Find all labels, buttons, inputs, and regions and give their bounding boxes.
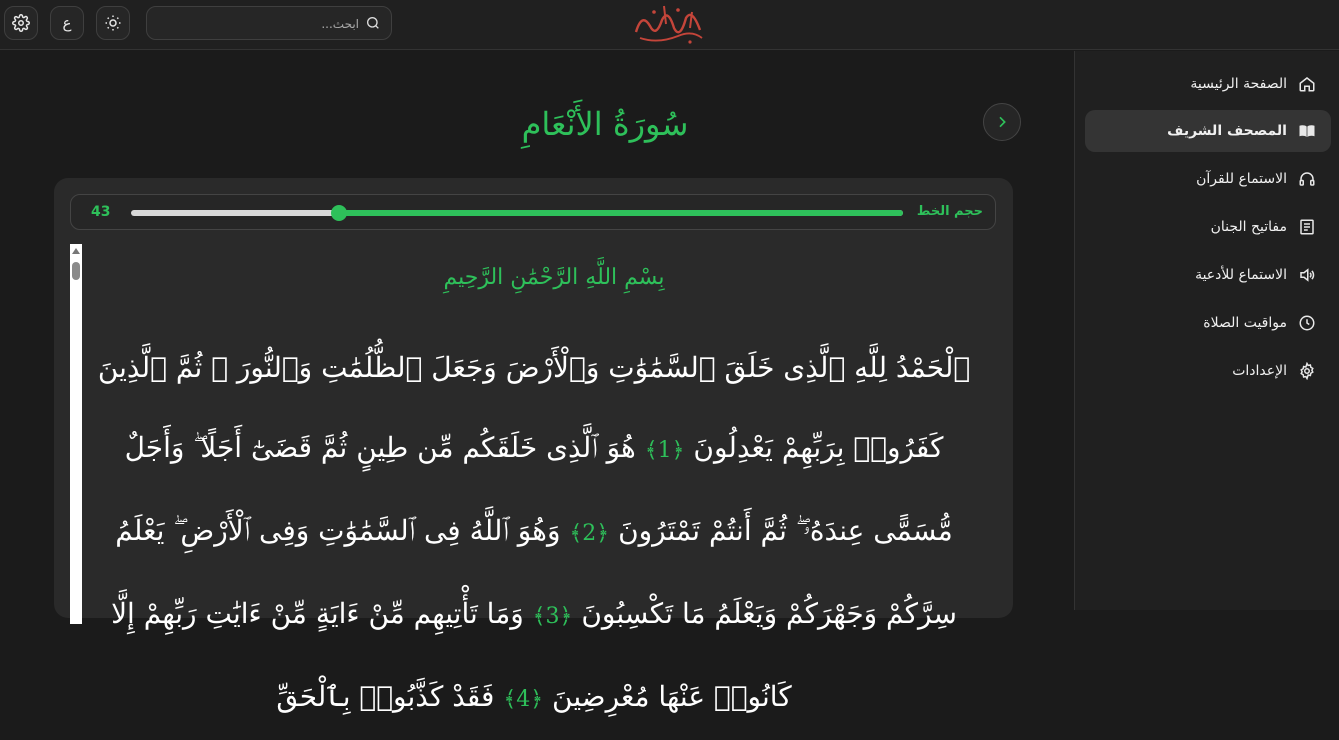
search-box [146,6,392,41]
chevron-right-icon [999,116,1006,128]
gear-icon [1300,362,1314,380]
sidebar-item-settings[interactable]: الإعدادات [1085,350,1331,392]
verse-number-marker: ﴿1﴾ [644,438,685,463]
theme-toggle-button[interactable] [96,6,130,40]
font-size-value: 43 [91,204,111,220]
logo-calligraphy-icon [634,5,703,44]
font-size-label: حجم الخط [916,204,983,219]
verse-text: فَقَدْ كَذَّبُوا۟ بِٱلْحَقِّ [276,680,495,713]
sidebar-item-listen-duas[interactable]: الاستماع للأدعية [1085,254,1331,296]
surah-title: سُورَةُ الأَنْعَامِ [521,105,689,143]
sidebar-item-label: الإعدادات [1232,363,1287,379]
headphones-icon [1299,172,1315,186]
sidebar-item-prayer-times[interactable]: مواقيت الصلاة [1085,302,1331,344]
sidebar: الصفحة الرئيسية المصحف الشريف الاستماع ل… [1074,51,1339,610]
scrollbar[interactable] [70,244,82,624]
verse-number-marker: ﴿3﴾ [532,604,573,629]
font-size-slider-thumb[interactable] [331,205,348,221]
reader-panel: حجم الخط 43 بِسْمِ اللَّهِ الرَّحْمَٰنِ … [54,178,1013,713]
sidebar-item-label: الاستماع للأدعية [1195,267,1287,283]
next-surah-button[interactable] [983,103,1021,141]
home-icon [1299,77,1315,92]
sidebar-item-label: مفاتيح الجنان [1210,219,1287,235]
verse-number-marker: ﴿4﴾ [503,687,544,712]
font-size-slider[interactable] [131,205,903,221]
sun-icon [105,15,121,31]
language-button-label: ع [62,14,72,32]
gear-icon [12,14,30,32]
sidebar-item-label: الصفحة الرئيسية [1190,76,1287,92]
verses-text: ٱلْحَمْدُ لِلَّهِ ٱلَّذِى خَلَقَ ٱلسَّمَ… [84,328,984,740]
book-icon [1299,125,1315,137]
verse-number-marker: ﴿2﴾ [569,521,610,546]
scroll-up-arrow-icon[interactable] [72,248,80,254]
sidebar-item-label: مواقيت الصلاة [1203,315,1287,331]
sidebar-item-listen-quran[interactable]: الاستماع للقرآن [1085,158,1331,200]
language-button[interactable]: ع [50,6,84,40]
top-bar: ع [0,0,1339,50]
clock-icon [1299,315,1315,331]
settings-button[interactable] [4,6,38,40]
basmala: بِسْمِ اللَّهِ الرَّحْمَٰنِ الرَّحِيمِ [443,265,665,290]
sidebar-item-home[interactable]: الصفحة الرئيسية [1085,63,1331,105]
sidebar-item-quran[interactable]: المصحف الشريف [1085,110,1331,152]
font-size-control: حجم الخط 43 [70,194,996,230]
document-icon [1300,219,1314,235]
speaker-icon [1300,268,1315,282]
font-size-slider-fill [339,210,903,216]
sidebar-item-label: الاستماع للقرآن [1196,171,1287,187]
sidebar-item-mafatih[interactable]: مفاتيح الجنان [1085,206,1331,248]
sidebar-item-label: المصحف الشريف [1167,123,1287,139]
search-icon[interactable] [365,15,381,31]
app-logo[interactable] [628,2,708,46]
scrollbar-thumb[interactable] [72,262,80,280]
search-input[interactable] [157,7,361,41]
